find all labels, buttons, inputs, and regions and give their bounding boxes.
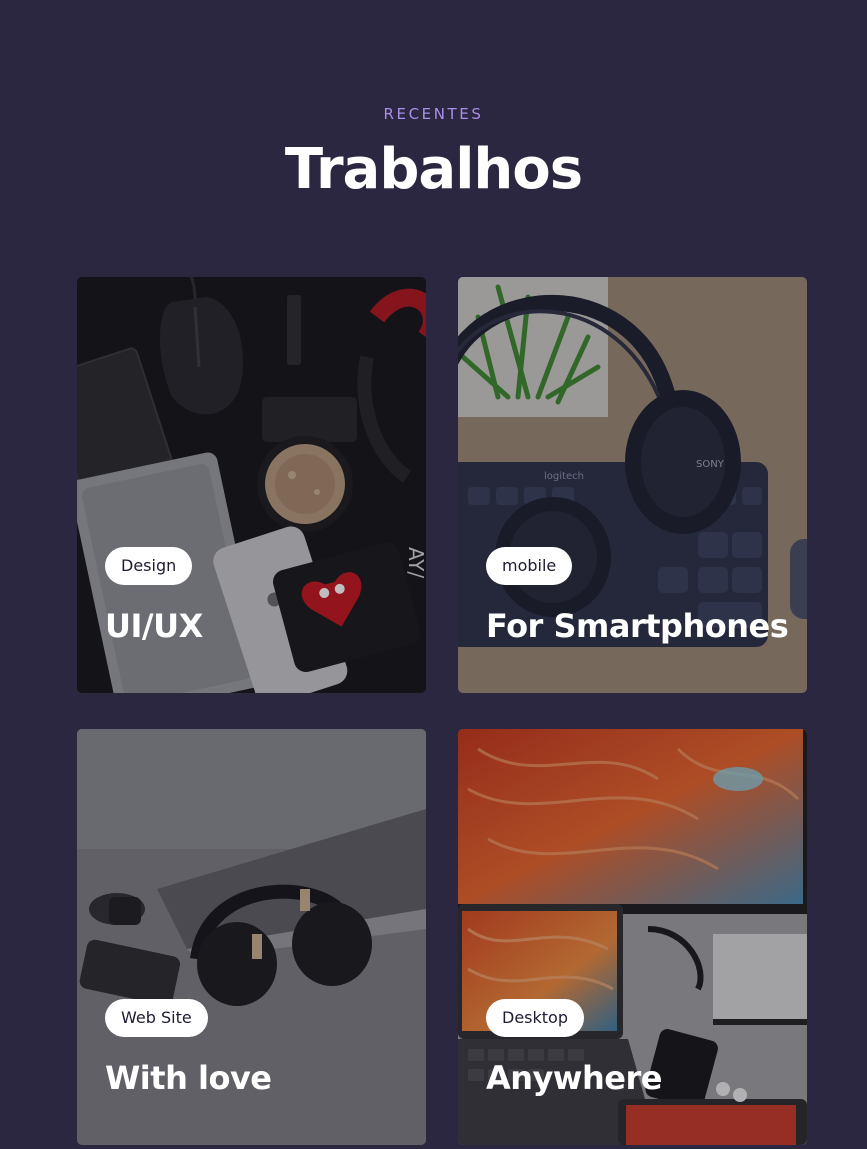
project-tag: mobile [486, 547, 573, 585]
project-title: For Smartphones [486, 607, 789, 645]
project-title: Anywhere [486, 1059, 662, 1097]
project-card-uiux[interactable]: AY/ Design UI/UX [77, 277, 426, 693]
project-card-desktop[interactable]: Desktop Anywhere [458, 729, 807, 1145]
project-tag: Design [105, 547, 193, 585]
project-tag: Web Site [105, 999, 208, 1037]
section-title: Trabalhos [284, 137, 583, 202]
project-card-smartphones[interactable]: logitech SONY mobile For Smartphones [458, 277, 807, 693]
section-eyebrow: RECENTES [383, 105, 484, 123]
project-card-website[interactable]: Web Site With love [77, 729, 426, 1145]
project-title: With love [105, 1059, 272, 1097]
project-title: UI/UX [105, 607, 203, 645]
section-header: RECENTES Trabalhos [0, 104, 867, 202]
project-tag: Desktop [486, 999, 584, 1037]
